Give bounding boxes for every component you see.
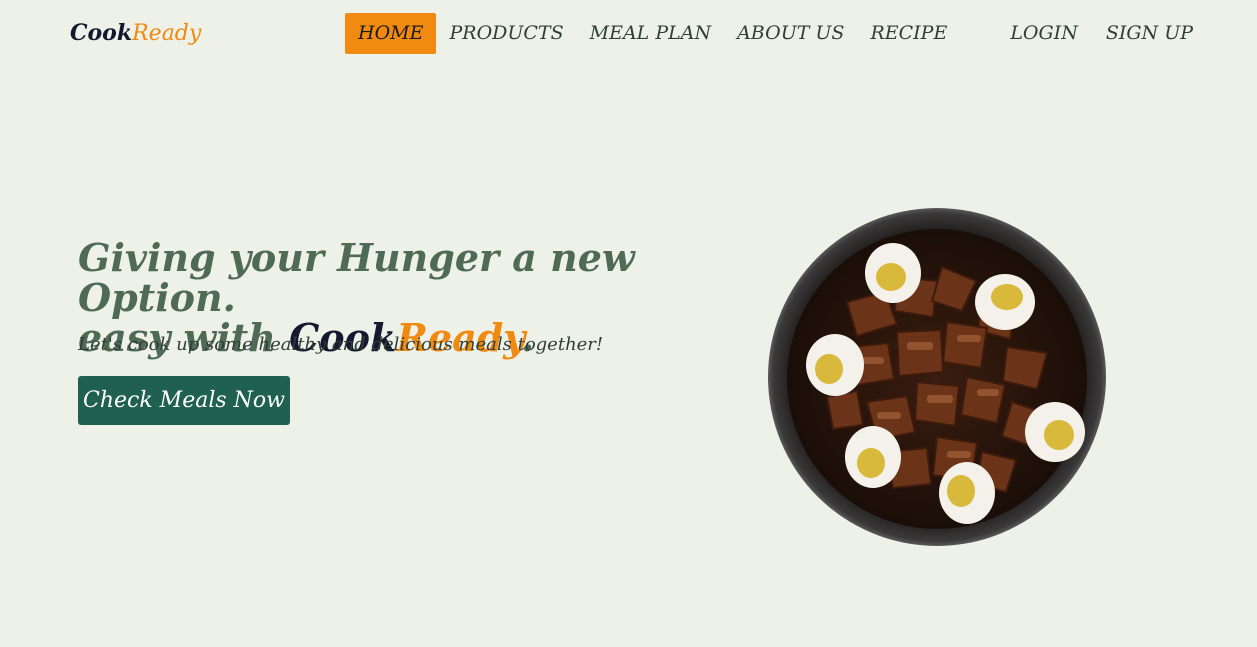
hero-line-1: Giving your Hunger a new Option. <box>78 235 635 320</box>
signup-link[interactable]: SIGN UP <box>1106 13 1193 54</box>
check-meals-button[interactable]: Check Meals Now <box>78 376 290 425</box>
nav-home[interactable]: HOME <box>345 13 437 54</box>
auth-links: LOGIN SIGN UP <box>1010 13 1193 54</box>
login-link[interactable]: LOGIN <box>1010 13 1078 54</box>
logo[interactable]: CookReady <box>70 17 201 50</box>
main-nav: HOME PRODUCTS MEAL PLAN ABOUT US RECIPE <box>345 13 960 54</box>
pork-adobo-dish-image <box>768 208 1106 546</box>
nav-meal-plan[interactable]: MEAL PLAN <box>577 13 724 54</box>
nav-products[interactable]: PRODUCTS <box>436 13 576 54</box>
nav-about-us[interactable]: ABOUT US <box>724 13 857 54</box>
hero-subtitle: Let's cook up some healthy and delicious… <box>78 334 604 355</box>
logo-cook: Cook <box>70 20 133 46</box>
logo-ready: Ready <box>132 21 202 46</box>
nav-recipe[interactable]: RECIPE <box>857 13 960 54</box>
